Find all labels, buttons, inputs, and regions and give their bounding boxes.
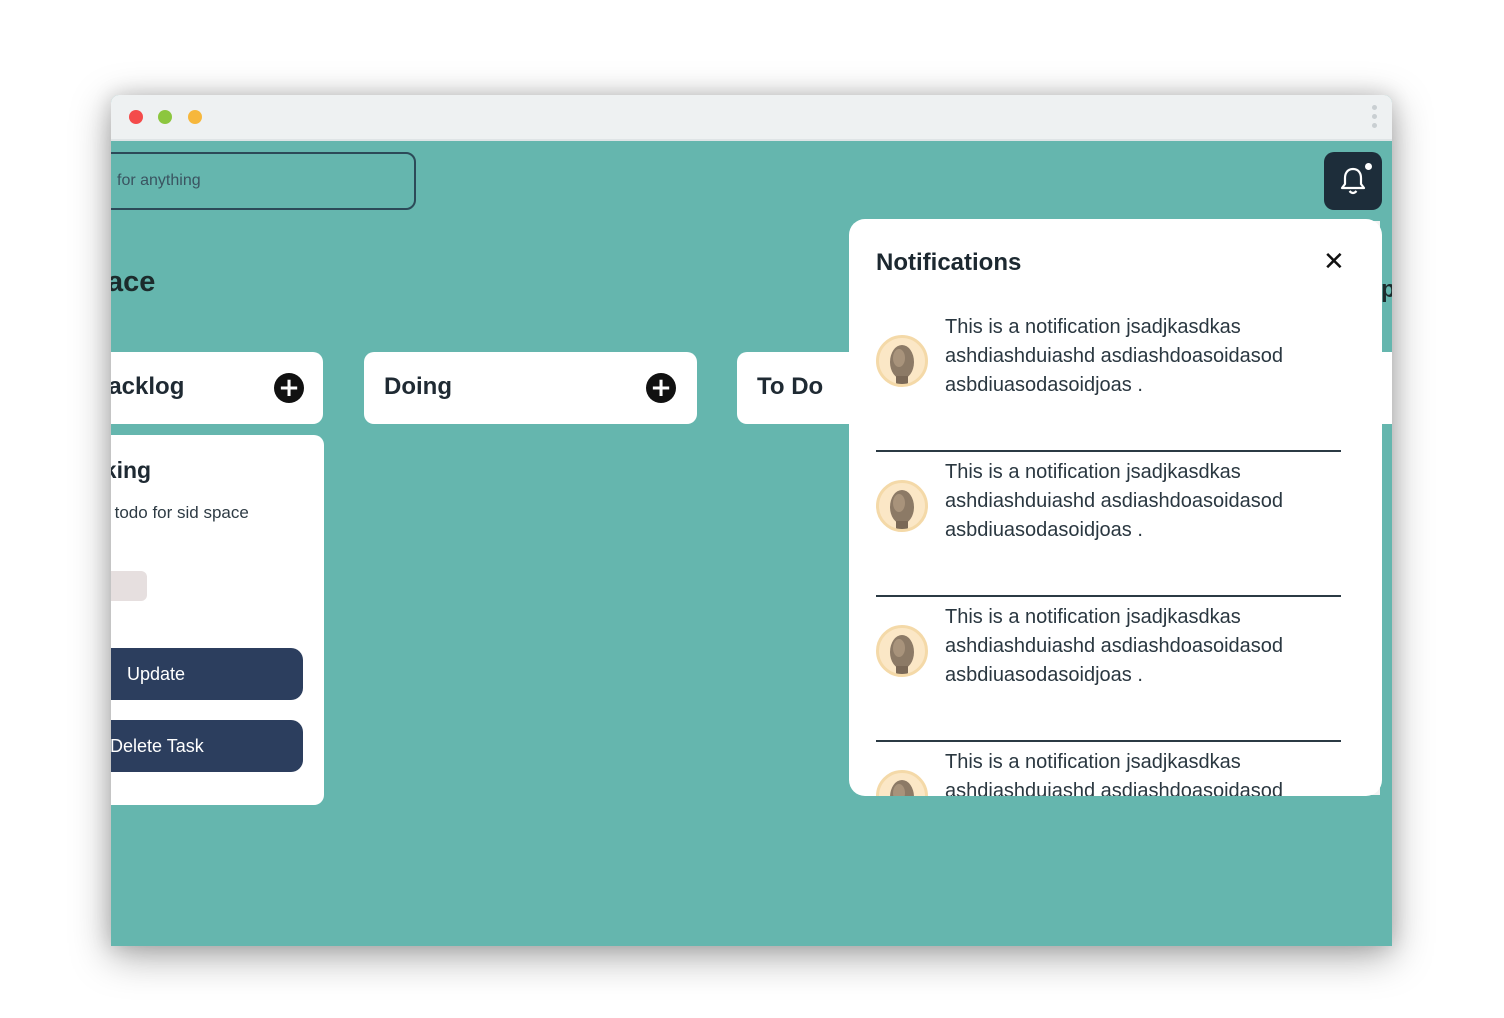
avatar (876, 625, 928, 677)
hidden-heading-fragment: p (1381, 276, 1392, 303)
app-viewport: for anything ace Backlog + Doing + To Do… (111, 141, 1392, 946)
maximize-window-button[interactable] (188, 110, 202, 124)
notification-text: This is a notification jsadjkasdkas ashd… (945, 316, 1284, 396)
kebab-icon[interactable] (1372, 105, 1378, 131)
notification-item[interactable]: This is a notification jsadjkasdkas ashd… (876, 307, 1341, 452)
update-button[interactable]: Update (111, 648, 303, 700)
close-window-button[interactable] (129, 110, 143, 124)
notification-badge (1365, 163, 1372, 170)
task-card[interactable]: cking he todo for sid space 3 Update Del… (111, 435, 324, 805)
window-titlebar (111, 95, 1392, 141)
avatar (876, 335, 928, 387)
search-input[interactable]: for anything (111, 152, 416, 210)
notification-text: This is a notification jsadjkasdkas ashd… (945, 461, 1284, 541)
notification-item[interactable]: This is a notification jsadjkasdkas ashd… (876, 452, 1341, 597)
notification-list: This is a notification jsadjkasdkas ashd… (876, 307, 1341, 796)
notifications-button[interactable] (1324, 152, 1382, 210)
notifications-title: Notifications (876, 249, 1022, 276)
notification-text: This is a notification jsadjkasdkas ashd… (945, 606, 1284, 686)
task-chip: 3 (111, 571, 147, 601)
plus-circle-icon[interactable]: + (274, 373, 304, 403)
task-title: cking (111, 457, 152, 483)
browser-window: for anything ace Backlog + Doing + To Do… (111, 95, 1392, 946)
column-title: Backlog (111, 373, 185, 400)
notification-item[interactable]: This is a notification jsadjkasdkas ashd… (876, 597, 1341, 742)
column-title: Doing (384, 373, 452, 400)
plus-circle-icon[interactable]: + (646, 373, 676, 403)
page-title: ace (111, 266, 156, 298)
minimize-window-button[interactable] (158, 110, 172, 124)
notification-text: This is a notification jsadjkasdkas ashd… (945, 751, 1284, 796)
bell-icon (1340, 167, 1366, 195)
avatar (876, 770, 928, 796)
close-icon[interactable]: ✕ (1323, 249, 1345, 275)
column-header-backlog: Backlog + (111, 352, 323, 424)
task-description: he todo for sid space (111, 503, 249, 522)
column-header-doing: Doing + (364, 352, 697, 424)
notification-item[interactable]: This is a notification jsadjkasdkas ashd… (876, 742, 1341, 796)
delete-task-button[interactable]: Delete Task (111, 720, 303, 772)
avatar (876, 480, 928, 532)
column-title: To Do (757, 373, 824, 400)
notifications-panel: Notifications ✕ This is a notification j… (849, 219, 1382, 796)
